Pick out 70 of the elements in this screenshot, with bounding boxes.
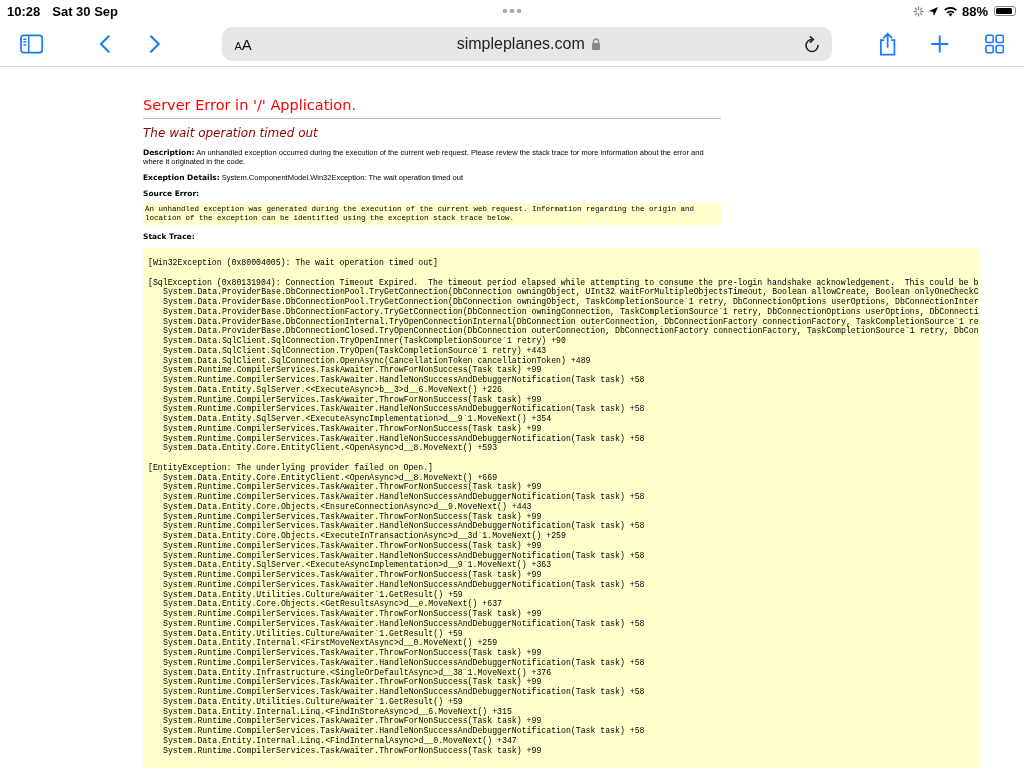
stack-frame: System.Data.Entity.Core.EntityClient.<OpenAsync>d__8.MoveNext() +669 — [148, 472, 498, 483]
stack-frame: System.Runtime.CompilerServices.TaskAwaiter.ThrowForNonSuccess(Task task) +99 — [148, 540, 542, 551]
stack-frame: System.Runtime.CompilerServices.TaskAwaiter.ThrowForNonSuccess(Task task) +99 — [148, 609, 542, 619]
stack-frame: System.Data.ProviderBase.DbConnectionPool.TryGetConnection(DbConnection owningObject, UInt32 waitForMultipleObjectsTimeout, Boolean allowCreate, Boolean onlyOneCheckC — [148, 287, 979, 297]
exception-header: [EntityException: The underlying provider failed on Open.] — [148, 462, 433, 473]
stack-frame: System.Runtime.CompilerServices.TaskAwaiter.HandleNonSuccessAndDebuggerNotification(Task task) +58 — [148, 618, 645, 629]
stack-frame: System.Runtime.CompilerServices.TaskAwaiter.HandleNonSuccessAndDebuggerNotification(Task task) +58 — [148, 521, 645, 531]
text-size-button[interactable]: AA — [234, 35, 252, 53]
stack-frame: System.Runtime.CompilerServices.TaskAwaiter.ThrowForNonSuccess(Task task) +99 — [148, 745, 542, 756]
location-arrow-icon — [927, 5, 939, 17]
stack-frame: System.Runtime.CompilerServices.TaskAwaiter.HandleNonSuccessAndDebuggerNotification(Task task) +58 — [148, 579, 645, 590]
tabs-grid-icon[interactable] — [984, 34, 1004, 54]
activity-spinner-icon — [912, 5, 924, 17]
stack-frame: System.Runtime.CompilerServices.TaskAwaiter.ThrowForNonSuccess(Task task) +99 — [148, 648, 542, 658]
stack-frame: System.Runtime.CompilerServices.TaskAwaiter.ThrowForNonSuccess(Task task) +99 — [148, 677, 542, 687]
exception-header: [SqlException (0x80131904): Connection Timeout Expired. The timeout period elapsed while attempting to consume the pre-login handshake acknowledgement. This could be b — [148, 277, 979, 288]
forward-icon[interactable] — [148, 34, 161, 54]
battery-icon — [994, 6, 1016, 16]
stack-frame: System.Data.Entity.Utilities.CultureAwaiter`1.GetResult() +59 — [148, 628, 463, 639]
stack-frame: System.Data.Entity.SqlServer.<ExecuteAsyncImplementation>d__9`1.MoveNext() +363 — [148, 560, 552, 570]
stack-frame: System.Data.Entity.Utilities.CultureAwaiter`1.GetResult() +59 — [148, 589, 463, 600]
plus-icon[interactable] — [931, 35, 949, 53]
stack-frame: System.Data.Entity.Core.Objects.<GetResultsAsync>d__e.MoveNext() +637 — [148, 599, 503, 609]
stack-frame: System.Runtime.CompilerServices.TaskAwaiter.HandleNonSuccessAndDebuggerNotification(Task task) +58 — [148, 687, 645, 697]
reload-icon[interactable] — [803, 35, 820, 53]
battery-percent: 88% — [961, 3, 988, 19]
stack-frame: System.Data.Entity.Core.EntityClient.<OpenAsync>d__8.MoveNext() +593 — [148, 443, 498, 453]
stack-frame: System.Data.SqlClient.SqlConnection.OpenAsync(CancellationToken cancellationToken) +489 — [148, 355, 591, 366]
stack-frame: System.Data.Entity.Internal.Linq.<FindInStoreAsync>d__6.MoveNext() +315 — [148, 706, 512, 717]
stack-frame: System.Runtime.CompilerServices.TaskAwaiter.ThrowForNonSuccess(Task task) +99 — [148, 423, 542, 434]
stack-frame: System.Runtime.CompilerServices.TaskAwaiter.ThrowForNonSuccess(Task task) +99 — [148, 482, 542, 492]
stack-frame: System.Data.Entity.Infrastructure.<SingleOrDefaultAsync>d__38`1.MoveNext() +376 — [148, 667, 552, 678]
stack-frame: System.Runtime.CompilerServices.TaskAwaiter.HandleNonSuccessAndDebuggerNotification(Task task) +58 — [148, 404, 645, 414]
address-bar[interactable]: AA simpleplanes.com — [222, 27, 832, 61]
stack-frame: System.Data.ProviderBase.DbConnectionFactory.TryGetConnection(DbConnection owningConnection, TaskCompletionSource`1 retry, DbConnectionOptions userOptions, DbConnecti — [148, 306, 979, 317]
stack-frame: System.Runtime.CompilerServices.TaskAwaiter.ThrowForNonSuccess(Task task) +99 — [148, 365, 542, 375]
stack-frame: System.Data.ProviderBase.DbConnectionClosed.TryOpenConnection(DbConnection outerConnection, DbConnectionFactory connectionFactory, TaskCompletionSource`1 retry, DbCon — [148, 326, 979, 336]
url-text[interactable]: simpleplanes.com — [456, 35, 585, 53]
lock-icon — [590, 38, 601, 50]
stack-frame: System.Data.Entity.Utilities.CultureAwaiter`1.GetResult() +59 — [148, 696, 463, 707]
stack-frame: System.Runtime.CompilerServices.TaskAwaiter.ThrowForNonSuccess(Task task) +99 — [148, 716, 542, 726]
back-icon[interactable] — [99, 34, 111, 54]
stack-frame: System.Runtime.CompilerServices.TaskAwaiter.ThrowForNonSuccess(Task task) +99 — [148, 394, 542, 405]
stack-frame: System.Runtime.CompilerServices.TaskAwaiter.HandleNonSuccessAndDebuggerNotification(Task task) +58 — [148, 375, 645, 385]
stack-frame: System.Data.SqlClient.SqlConnection.TryOpen(TaskCompletionSource`1 retry) +443 — [148, 345, 547, 356]
more-icon[interactable] — [502, 8, 522, 14]
stack-frame: System.Data.ProviderBase.DbConnectionPool.TryGetConnection(DbConnection owningObject, TaskCompletionSource`1 retry, DbConnectionOptions userOptions, DbConnectionInter — [148, 297, 979, 307]
stack-frame: System.Data.Entity.SqlServer.<<ExecuteAsync>b__3>d__6.MoveNext() +226 — [148, 384, 503, 395]
stack-frame: System.Data.Entity.Internal.<FirstMoveNextAsync>d__0.MoveNext() +259 — [148, 638, 498, 648]
stack-frame: System.Runtime.CompilerServices.TaskAwaiter.ThrowForNonSuccess(Task task) +99 — [148, 570, 542, 580]
stack-frame: System.Runtime.CompilerServices.TaskAwaiter.ThrowForNonSuccess(Task task) +99 — [148, 511, 542, 522]
stack-frame: System.Runtime.CompilerServices.TaskAwaiter.HandleNonSuccessAndDebuggerNotification(Task task) +58 — [148, 433, 645, 444]
share-icon[interactable] — [877, 32, 898, 56]
status-time: 10:28 — [7, 3, 41, 19]
stack-frame: System.Data.SqlClient.SqlConnection.TryOpenInner(TaskCompletionSource`1 retry) +90 — [148, 336, 566, 346]
stack-frame: System.Data.Entity.SqlServer.<ExecuteAsyncImplementation>d__9`1.MoveNext() +354 — [148, 414, 552, 424]
stack-frame: System.Runtime.CompilerServices.TaskAwaiter.HandleNonSuccessAndDebuggerNotification(Task task) +58 — [148, 726, 645, 736]
page-title: Server Error in '/' Application. — [143, 97, 358, 113]
stack-frame: System.Runtime.CompilerServices.TaskAwaiter.HandleNonSuccessAndDebuggerNotification(Task task) +58 — [148, 657, 645, 668]
stack-frame: System.Data.Entity.Core.Objects.<ExecuteInTransactionAsync>d__3d`1.MoveNext() +259 — [148, 531, 566, 541]
status-date: Sat 30 Sep — [52, 3, 118, 19]
stack-frame: System.Runtime.CompilerServices.TaskAwaiter.HandleNonSuccessAndDebuggerNotification(Task task) +58 — [148, 492, 645, 502]
error-subtitle: The wait operation timed out — [143, 126, 319, 140]
sidebar-icon[interactable] — [20, 34, 44, 54]
stack-frame: System.Runtime.CompilerServices.TaskAwaiter.HandleNonSuccessAndDebuggerNotification(Task task) +58 — [148, 550, 645, 561]
wifi-icon — [942, 5, 958, 17]
stack-frame: System.Data.Entity.Internal.Linq.<FindInternalAsync>d__0.MoveNext() +347 — [148, 735, 517, 746]
exception-header: [Win32Exception (0x80004005): The wait operation timed out] — [148, 258, 438, 268]
stack-frame: System.Data.Entity.Core.Objects.<EnsureConnectionAsync>d__9.MoveNext() +443 — [148, 501, 532, 512]
stack-frame: System.Data.ProviderBase.DbConnectionInternal.TryOpenConnectionInternal(DbConnection outerConnection, DbConnectionFactory connectionFactory, TaskCompletionSource`1 re — [148, 316, 979, 327]
